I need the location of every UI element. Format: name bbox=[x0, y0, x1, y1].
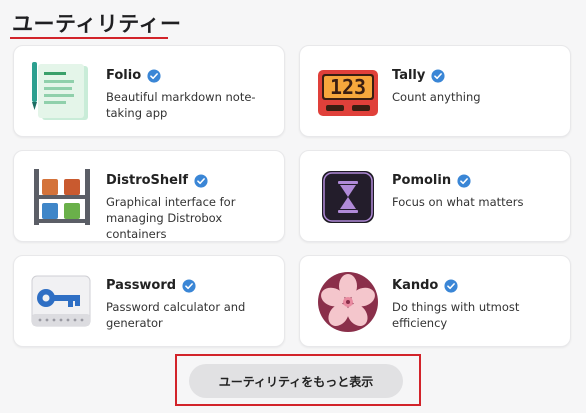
verified-badge-icon bbox=[194, 173, 208, 188]
app-description: Do things with utmost efficiency bbox=[392, 300, 520, 330]
section-title: ユーティリティー bbox=[12, 12, 182, 36]
title-underline bbox=[10, 37, 168, 39]
show-more-utilities-button[interactable]: ユーティリティをもっと表示 bbox=[189, 364, 403, 398]
flower-icon bbox=[316, 270, 380, 334]
app-card-distroshelf[interactable]: DistroShelf Graphical interface for mana… bbox=[13, 150, 285, 242]
app-name: Kando bbox=[392, 278, 439, 293]
verified-badge-icon bbox=[182, 278, 196, 293]
app-name: Tally bbox=[392, 68, 426, 83]
verified-badge-icon bbox=[431, 68, 445, 83]
app-card-pomolin[interactable]: Pomolin Focus on what matters bbox=[299, 150, 571, 242]
app-name: Pomolin bbox=[392, 173, 452, 188]
app-description: Graphical interface for managing Distrob… bbox=[106, 195, 236, 241]
verified-badge-icon bbox=[444, 278, 458, 293]
app-card-folio[interactable]: Folio Beautiful markdown note-taking app bbox=[13, 45, 285, 137]
counter-display: 123 bbox=[330, 75, 366, 99]
shelf-icon bbox=[30, 165, 94, 229]
app-name: DistroShelf bbox=[106, 173, 189, 188]
hourglass-icon bbox=[316, 165, 380, 229]
app-description: Beautiful markdown note-taking app bbox=[106, 90, 256, 120]
app-name: Password bbox=[106, 278, 177, 293]
app-description: Focus on what matters bbox=[392, 195, 524, 209]
counter-icon: 123 bbox=[316, 60, 380, 124]
app-card-kando[interactable]: Kando Do things with utmost efficiency bbox=[299, 255, 571, 347]
app-description: Count anything bbox=[392, 90, 481, 104]
app-name: Folio bbox=[106, 68, 142, 83]
verified-badge-icon bbox=[457, 173, 471, 188]
app-description: Password calculator and generator bbox=[106, 300, 246, 330]
verified-badge-icon bbox=[147, 68, 161, 83]
app-card-tally[interactable]: 123 Tally Count anything bbox=[299, 45, 571, 137]
notebook-icon bbox=[30, 60, 94, 124]
app-card-password[interactable]: Password Password calculator and generat… bbox=[13, 255, 285, 347]
more-button-highlight: ユーティリティをもっと表示 bbox=[175, 354, 421, 406]
key-icon bbox=[30, 270, 94, 334]
